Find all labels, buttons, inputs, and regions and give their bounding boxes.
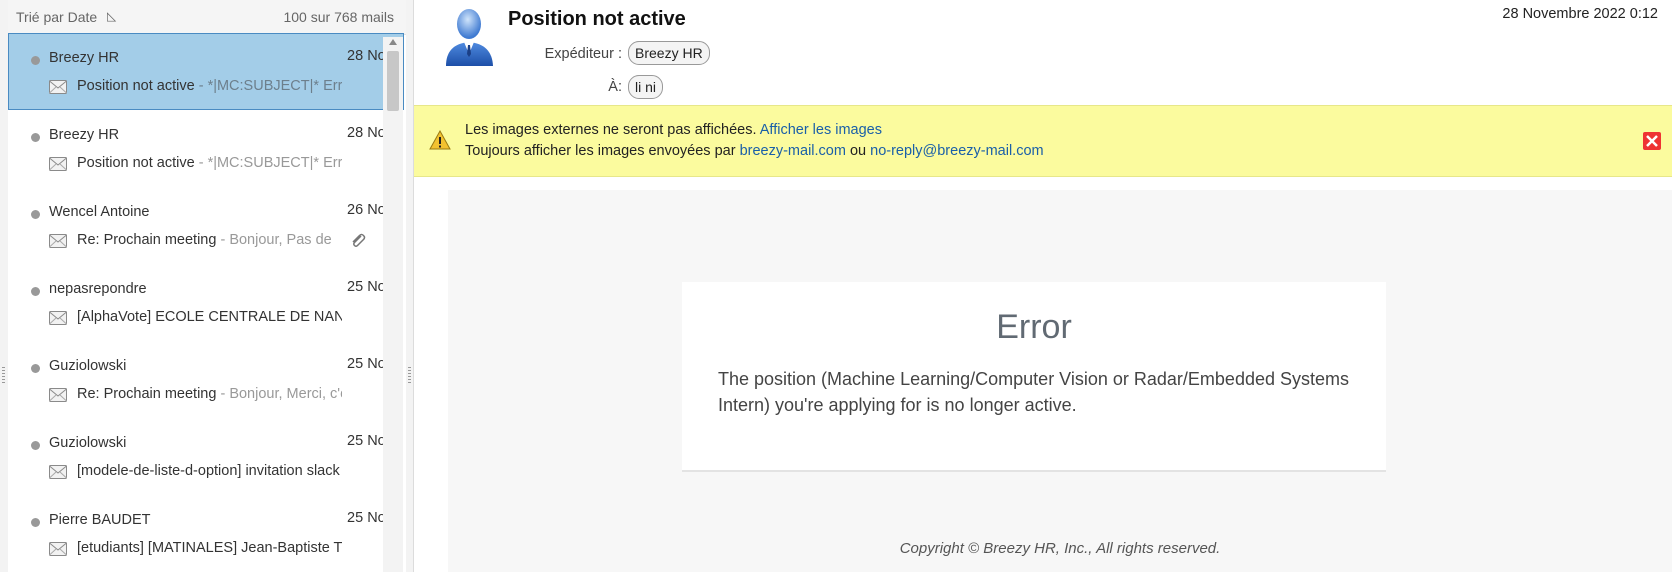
message-snippet: - *|MC:SUBJECT|* Error The — [198, 155, 342, 171]
unread-dot-icon[interactable] — [31, 287, 40, 296]
envelope-icon — [49, 388, 67, 402]
unread-dot-icon[interactable] — [31, 133, 40, 142]
sort-button[interactable]: Trié par Date — [16, 9, 97, 25]
resize-grip[interactable] — [2, 367, 5, 383]
message-subject: Re: Prochain meeting — [77, 386, 217, 402]
scroll-up-arrow-icon[interactable] — [389, 39, 397, 45]
error-message: The position (Machine Learning/Computer … — [718, 369, 1349, 415]
attachment-paperclip-icon — [349, 232, 367, 250]
message-row[interactable]: Guziolowski 25 Nov [modele-de-liste-d-opti… — [8, 418, 404, 495]
envelope-icon — [49, 311, 67, 325]
sender-chip[interactable]: Breezy HR — [628, 41, 710, 65]
unread-dot-icon[interactable] — [31, 518, 40, 527]
message-list-pane: Trié par Date ◺ 100 sur 768 mails Breezy… — [8, 0, 407, 572]
external-images-banner: Les images externes ne seront pas affich… — [414, 105, 1672, 177]
envelope-icon — [49, 465, 67, 479]
message-subject-line: [AlphaVote] ECOLE CENTRALE DE NANTES - — [77, 309, 342, 325]
message-subject: [AlphaVote] ECOLE CENTRALE DE NANTES — [77, 309, 342, 325]
pane-splitter[interactable] — [406, 0, 414, 572]
unread-dot-icon[interactable] — [31, 56, 40, 65]
warning-icon — [429, 130, 451, 150]
message-list: Breezy HR 28 Nov Position not active - *|M… — [8, 33, 406, 572]
message-subject: Re: Prochain meeting — [77, 232, 217, 248]
message-subject: [modele-de-liste-d-option] invitation sl… — [77, 463, 340, 479]
message-subject-line: Position not active - *|MC:SUBJECT|* Err… — [77, 78, 342, 94]
sender-address-link[interactable]: no-reply@breezy-mail.com — [870, 143, 1043, 159]
error-title: Error — [996, 308, 1072, 346]
always-show-text: Toujours afficher les images envoyées pa… — [465, 143, 736, 159]
message-date: 28 Novembre 2022 0:12 — [1502, 6, 1658, 22]
reading-pane: Position not active 28 Novembre 2022 0:1… — [414, 0, 1672, 572]
unread-dot-icon[interactable] — [31, 364, 40, 373]
recipient-chip[interactable]: li ni — [628, 75, 664, 99]
banner-message: Les images externes ne seront pas affich… — [465, 122, 757, 138]
message-subject: [etudiants] [MATINALES] Jean-Baptiste Th… — [77, 540, 342, 556]
message-subject-line: Re: Prochain meeting - Bonjour, Merci, c… — [77, 386, 342, 402]
message-snippet: - *|MC:SUBJECT|* Error The — [198, 78, 342, 94]
message-subject-line: Re: Prochain meeting - Bonjour, Pas de — [77, 232, 342, 248]
show-images-link[interactable]: Afficher les images — [760, 122, 882, 138]
envelope-icon — [49, 234, 67, 248]
envelope-icon — [49, 157, 67, 171]
message-row[interactable]: nepasrepondre 25 Nov [AlphaVote] ECOLE CEN… — [8, 264, 404, 341]
message-row[interactable]: Wencel Antoine 26 Nov Re: Prochain meeting… — [8, 187, 404, 264]
message-count: 100 sur 768 mails — [283, 9, 394, 25]
message-sender: Breezy HR — [49, 50, 120, 66]
content-card: Error The position (Machine Learning/Com… — [682, 282, 1386, 472]
banner-line-1: Les images externes ne seront pas affich… — [465, 122, 882, 138]
close-banner-icon[interactable] — [1643, 132, 1661, 150]
message-subject-line: Position not active - *|MC:SUBJECT|* Err… — [77, 155, 342, 171]
splitter-grip-icon[interactable] — [408, 367, 411, 383]
message-row[interactable]: Guziolowski 25 Nov Re: Prochain meeting - … — [8, 341, 404, 418]
from-label: Expéditeur : — [544, 46, 622, 62]
list-scrollbar[interactable] — [383, 37, 403, 572]
scroll-thumb[interactable] — [387, 51, 399, 111]
message-subject: Position not active — [508, 8, 686, 30]
or-text: ou — [849, 143, 867, 159]
message-snippet: - Bonjour, Merci, c'est — [220, 386, 342, 402]
message-row[interactable]: Breezy HR 28 Nov Position not active - *|M… — [8, 33, 404, 110]
message-sender: Guziolowski — [49, 358, 127, 374]
message-subject-line: [modele-de-liste-d-option] invitation sl… — [77, 463, 342, 479]
message-subject-line: [etudiants] [MATINALES] Jean-Baptiste Th… — [77, 540, 342, 556]
to-label: À: — [608, 79, 622, 95]
unread-dot-icon[interactable] — [31, 210, 40, 219]
message-sender: Breezy HR — [49, 127, 120, 143]
message-snippet: - Bonjour, Pas de — [216, 232, 332, 248]
message-sender: Wencel Antoine — [49, 204, 150, 220]
domain-link[interactable]: breezy-mail.com — [740, 143, 846, 159]
envelope-icon — [49, 542, 67, 556]
envelope-icon — [49, 80, 67, 94]
copyright-footer: Copyright © Breezy HR, Inc., All rights … — [899, 540, 1221, 557]
message-sender: nepasrepondre — [49, 281, 147, 297]
sort-filter-icon[interactable]: ◺ — [107, 9, 116, 23]
sender-avatar-icon — [446, 9, 493, 66]
unread-dot-icon[interactable] — [31, 441, 40, 450]
list-header: Trié par Date ◺ 100 sur 768 mails — [8, 0, 406, 35]
email-body: Error The position (Machine Learning/Com… — [448, 190, 1672, 572]
message-row[interactable]: Breezy HR 28 Nov Position not active - *|M… — [8, 110, 404, 187]
message-subject: Position not active — [77, 155, 195, 171]
message-sender: Guziolowski — [49, 435, 127, 451]
banner-line-2: Toujours afficher les images envoyées pa… — [465, 143, 1044, 159]
message-subject: Position not active — [77, 78, 195, 94]
message-sender: Pierre BAUDET — [49, 512, 151, 528]
message-row[interactable]: Pierre BAUDET 25 Nov [etudiants] [MATINALE… — [8, 495, 404, 572]
